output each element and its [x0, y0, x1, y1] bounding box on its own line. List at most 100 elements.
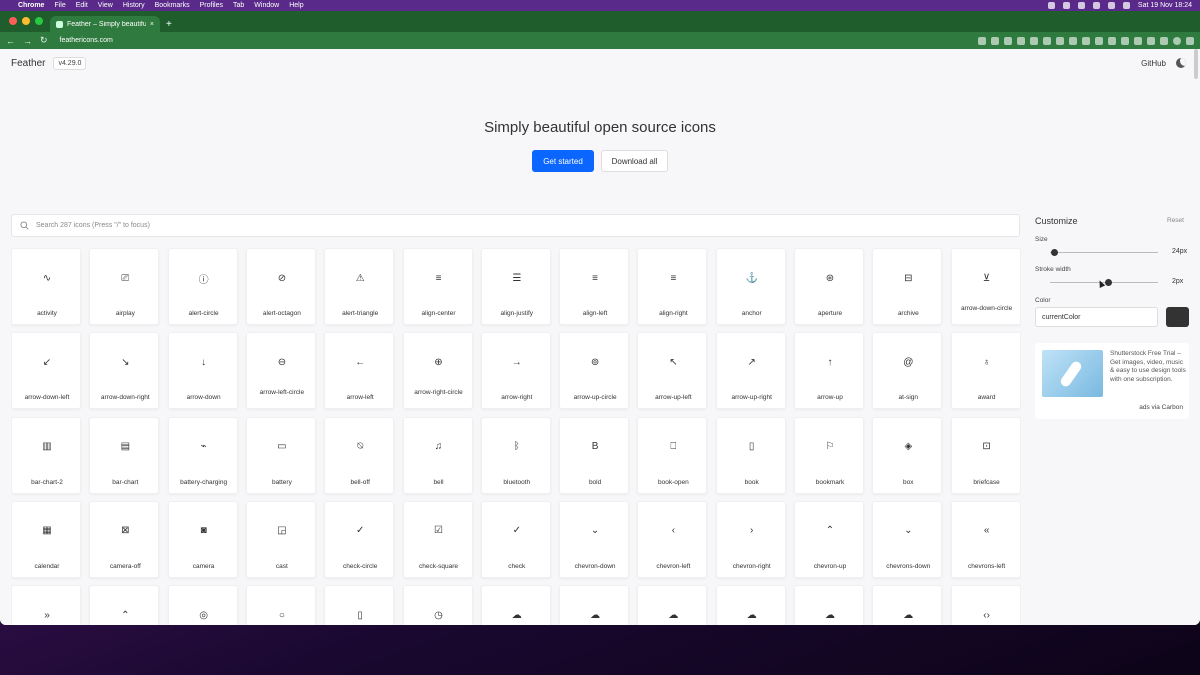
extension-icon[interactable] [1108, 36, 1116, 45]
extension-icon[interactable] [1056, 36, 1064, 45]
icon-card[interactable]: ▭ battery [245, 416, 316, 494]
extension-icon[interactable] [978, 36, 986, 45]
menu-app-name[interactable]: Chrome [18, 2, 44, 9]
icon-card[interactable]: ☁cloud-lightning [559, 585, 630, 625]
icon-card[interactable]: ⊻ arrow-down-circle [950, 248, 1021, 325]
close-window-button[interactable] [9, 17, 17, 25]
icon-card[interactable]: ✓ check-circle [324, 500, 395, 578]
extension-icon[interactable] [1017, 36, 1025, 45]
control-center-icon[interactable] [1122, 2, 1130, 9]
new-tab-button[interactable]: + [166, 16, 172, 32]
color-swatch[interactable] [1166, 307, 1189, 327]
icon-card[interactable]: ᛒ bluetooth [480, 416, 551, 494]
icon-card[interactable]: ☁cloud-rain [715, 585, 786, 625]
icon-card[interactable]: ☰ align-justify [480, 248, 551, 325]
icon-card[interactable]: ≡ align-left [559, 248, 630, 325]
icon-card[interactable]: ☁cloud [872, 585, 943, 625]
icon-card[interactable]: ↙ arrow-down-left [11, 332, 81, 410]
icon-card[interactable]: ↑ arrow-up [794, 332, 864, 410]
icon-card[interactable]: ⚓ anchor [715, 248, 786, 325]
scrollbar[interactable] [1194, 49, 1198, 79]
extension-icon[interactable] [991, 36, 999, 45]
icon-card[interactable]: »chevrons-right [11, 585, 81, 625]
icon-card[interactable]: ◈ box [872, 416, 943, 494]
icon-card[interactable]: ♁ award [950, 332, 1021, 410]
browser-tab[interactable]: Feather – Simply beautiful ope × [50, 16, 160, 32]
extension-icon[interactable] [1043, 36, 1051, 45]
icon-card[interactable]: ⊟ archive [872, 248, 943, 325]
status-icon[interactable] [1092, 2, 1100, 9]
status-icon[interactable] [1047, 2, 1055, 9]
icon-card[interactable]: ♫ bell [402, 416, 473, 494]
download-all-button[interactable]: Download all [601, 150, 668, 172]
icon-card[interactable]: ⊘ alert-octagon [245, 248, 316, 325]
version-badge[interactable]: v4.29.0 [53, 57, 87, 70]
extension-icon[interactable] [1147, 36, 1155, 45]
icon-card[interactable]: « chevrons-left [950, 500, 1021, 578]
stroke-width-slider-handle[interactable] [1104, 279, 1112, 286]
profile-avatar[interactable] [1173, 36, 1181, 45]
menu-item-window[interactable]: Window [254, 2, 279, 9]
menubar-clock[interactable]: Sat 19 Nov 18:24 [1138, 2, 1192, 9]
menu-item-profiles[interactable]: Profiles [200, 2, 223, 9]
icon-card[interactable]: ⌃chevrons-up [89, 585, 160, 625]
reset-button[interactable]: Reset [1167, 217, 1184, 224]
icon-card[interactable]: ◷clock [402, 585, 473, 625]
ad-text[interactable]: Shutterstock Free Trial – Get images, vi… [1110, 350, 1186, 384]
extension-icon[interactable] [1134, 36, 1142, 45]
icon-card[interactable]: ⊕ arrow-right-circle [402, 332, 473, 410]
icon-card[interactable]: ∿ activity [11, 248, 81, 325]
ad-image[interactable] [1042, 350, 1103, 397]
dark-mode-toggle-icon[interactable] [1176, 58, 1186, 68]
zoom-window-button[interactable] [35, 17, 43, 25]
extension-icon[interactable] [1030, 36, 1038, 45]
icon-card[interactable]: ⊖ arrow-left-circle [245, 332, 316, 410]
icon-card[interactable]: @ at-sign [872, 332, 943, 410]
icon-card[interactable]: ◎chrome [167, 585, 238, 625]
icon-card[interactable]: ▦ calendar [11, 500, 81, 578]
github-link[interactable]: GitHub [1141, 59, 1166, 68]
icon-card[interactable]: ← arrow-left [324, 332, 395, 410]
menu-item-file[interactable]: File [54, 2, 65, 9]
icon-card[interactable]: ◲ cast [245, 500, 316, 578]
site-logo[interactable]: Feather [11, 58, 45, 69]
url-field[interactable]: feathericons.com [60, 37, 113, 44]
ads-via-carbon-link[interactable]: ads via Carbon [1139, 404, 1183, 411]
icon-card[interactable]: ⌄ chevrons-down [872, 500, 943, 578]
icon-card[interactable]: ↓ arrow-down [167, 332, 238, 410]
size-slider-handle[interactable] [1050, 249, 1058, 256]
get-started-button[interactable]: Get started [532, 150, 594, 172]
icon-card[interactable]: ☁cloud-snow [794, 585, 864, 625]
icon-card[interactable]: ≡ align-right [637, 248, 708, 325]
search-input[interactable]: Search 287 icons (Press "/" to focus) [36, 222, 150, 229]
icon-card[interactable]: ⊡ briefcase [950, 416, 1021, 494]
icon-card[interactable]: ⚠ alert-triangle [324, 248, 395, 325]
reload-icon[interactable]: ↻ [40, 35, 48, 46]
back-icon[interactable]: ← [6, 36, 15, 46]
icon-card[interactable]: ⌃ chevron-up [794, 500, 864, 578]
icon-card[interactable]: ☑ check-square [402, 500, 473, 578]
icon-card[interactable]: ⌄ chevron-down [559, 500, 630, 578]
icon-card[interactable]: ⓘ alert-circle [167, 248, 238, 325]
icon-card[interactable]: ‹ chevron-left [637, 500, 708, 578]
status-icon[interactable] [1062, 2, 1070, 9]
icon-card[interactable]: ⊛ aperture [794, 248, 864, 325]
icon-card[interactable]: ≡ align-center [402, 248, 473, 325]
carbon-ad[interactable]: Shutterstock Free Trial – Get images, vi… [1035, 343, 1189, 419]
icon-card[interactable]: → arrow-right [480, 332, 551, 410]
icon-card[interactable]: ▥ bar-chart-2 [11, 416, 81, 494]
menu-item-bookmarks[interactable]: Bookmarks [155, 2, 190, 9]
icon-card[interactable]: ☁cloud-off [637, 585, 708, 625]
icon-card[interactable]: ↘ arrow-down-right [89, 332, 160, 410]
extension-icon[interactable] [1121, 36, 1129, 45]
icon-card[interactable]: ↗ arrow-up-right [715, 332, 786, 410]
menu-item-tab[interactable]: Tab [233, 2, 244, 9]
extension-icon[interactable] [1004, 36, 1012, 45]
extension-icon[interactable] [1095, 36, 1103, 45]
icon-card[interactable]: ○circle [245, 585, 316, 625]
minimize-window-button[interactable] [22, 17, 30, 25]
icon-card[interactable]: Bbold [559, 416, 630, 494]
icon-card[interactable]: ▯clipboard [324, 585, 395, 625]
icon-card[interactable]: ⍉ bell-off [324, 416, 395, 494]
icon-card[interactable]: ⊚ arrow-up-circle [559, 332, 630, 410]
